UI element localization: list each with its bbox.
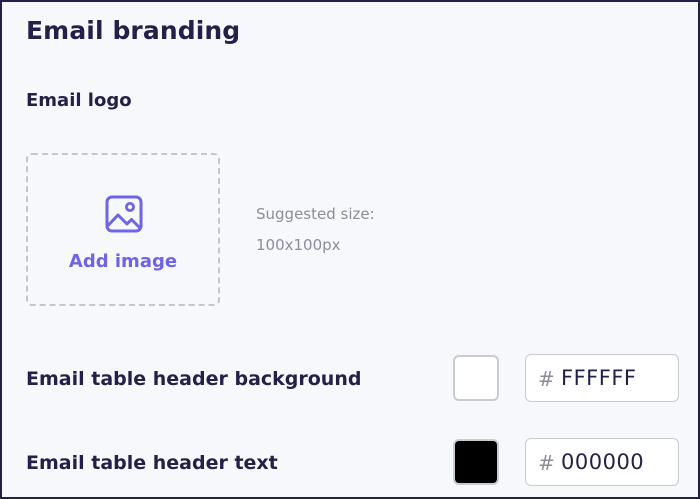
header-text-label: Email table header text [26,452,278,474]
header-background-hex-value[interactable]: FFFFFF [561,366,636,390]
email-logo-label: Email logo [26,90,132,111]
email-branding-panel: Email branding Email logo Add image Sugg… [0,0,700,499]
header-background-hex-input[interactable]: # FFFFFF [525,354,679,402]
suggested-size-value: 100x100px [256,236,341,254]
header-background-label: Email table header background [26,368,362,390]
suggested-size-label: Suggested size: [256,205,375,223]
add-image-label: Add image [68,251,178,272]
header-text-swatch[interactable] [453,439,499,485]
header-text-hex-input[interactable]: # 000000 [525,438,679,486]
hash-prefix: # [538,367,555,391]
add-image-dropzone[interactable]: Add image [26,153,220,306]
image-icon [105,195,143,233]
hash-prefix: # [538,451,555,475]
header-background-swatch[interactable] [453,355,499,401]
section-title: Email branding [26,16,241,45]
header-text-hex-value[interactable]: 000000 [561,450,644,474]
